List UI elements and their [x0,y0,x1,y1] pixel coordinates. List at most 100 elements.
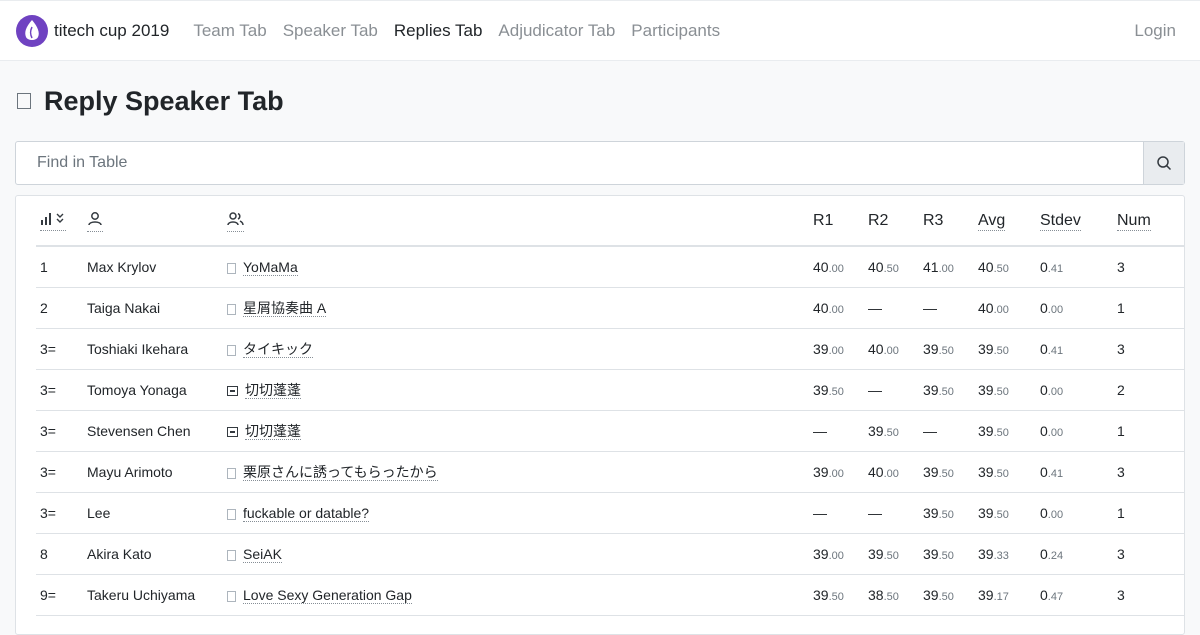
r2-decimal: .00 [883,467,899,480]
stdev-integer: 0 [1040,504,1048,521]
avg-decimal: .50 [993,508,1009,521]
table-row: 3= Tomoya Yonaga 切切蓬蓬 39.50—39.50 39.50 0.00 2 [36,369,1184,411]
r3-integer: 39 [923,340,939,357]
placeholder-icon [17,93,31,109]
speaker-column-header[interactable] [83,196,223,247]
rank-cell: 1 [36,246,83,288]
rank-cell: 3= [36,492,83,534]
r1-decimal: .00 [828,344,844,357]
r1-score-cell: 39.50 [809,574,864,616]
main-nav: Team Tab Speaker Tab Replies Tab Adjudic… [185,21,728,41]
r3-integer: — [923,422,937,439]
avg-column-header[interactable]: Avg [974,196,1036,247]
r2-integer: — [868,381,882,398]
r1-integer: — [813,504,827,521]
r2-score-cell: — [864,492,919,534]
r2-score-cell: 38.50 [864,574,919,616]
avg-score-cell: 39.50 [974,369,1036,411]
r1-integer: 39 [813,545,829,562]
r2-column-header[interactable]: R2 [864,196,919,247]
num-cell: 3 [1113,246,1184,288]
nav-speaker-tab[interactable]: Speaker Tab [283,21,378,41]
team-name[interactable]: SeiAK [243,545,282,563]
avg-score-cell: 39.17 [974,574,1036,616]
institution-icon [227,590,236,602]
rank-column-header[interactable] [36,196,83,247]
r3-decimal: .50 [938,508,954,521]
avg-integer: 39 [978,545,994,562]
r2-integer: 39 [868,545,884,562]
team-name[interactable]: fuckable or datable? [243,504,370,522]
r3-column-header[interactable]: R3 [919,196,974,247]
r2-decimal: .00 [883,344,899,357]
team-name[interactable]: タイキック [243,340,313,358]
search-input[interactable] [16,142,1143,184]
r1-column-header[interactable]: R1 [809,196,864,247]
team-cell: 星屑協奏曲 A [223,287,809,329]
r2-integer: 40 [868,340,884,357]
avg-integer: 39 [978,463,994,480]
r2-decimal: .50 [883,549,899,562]
r1-score-cell: 40.00 [809,287,864,329]
num-column-header[interactable]: Num [1113,196,1184,247]
avg-score-cell: 39.50 [974,410,1036,452]
stdev-integer: 0 [1040,381,1048,398]
team-name[interactable]: 星屑協奏曲 A [243,299,327,317]
stdev-score-cell: 0.24 [1036,533,1113,575]
avg-decimal: .50 [993,426,1009,439]
nav-team-tab[interactable]: Team Tab [193,21,266,41]
stdev-decimal: .47 [1047,590,1064,603]
nav-adjudicator-tab[interactable]: Adjudicator Tab [498,21,615,41]
r3-score-cell: 39.50 [919,574,974,616]
r1-integer: 39 [813,463,829,480]
speaker-name: Tomoya Yonaga [83,369,223,411]
team-name[interactable]: Love Sexy Generation Gap [243,586,412,604]
institution-icon [227,303,236,315]
nav-participants[interactable]: Participants [631,21,720,41]
r1-integer: 40 [813,299,829,316]
avg-decimal: .50 [993,262,1009,275]
stdev-decimal: .00 [1047,508,1064,521]
avg-integer: 39 [978,504,994,521]
r2-integer: 40 [868,258,884,275]
r2-integer: — [868,504,882,521]
table-row: 1 Max Krylov YoMaMa 40.00 40.50 41.00 40.50 0.4… [36,246,1184,288]
r2-score-cell: 40.50 [864,246,919,288]
r1-score-cell: 39.00 [809,328,864,370]
login-link[interactable]: Login [1134,21,1176,41]
r2-integer: 40 [868,463,884,480]
r3-score-cell: 39.50 [919,451,974,493]
team-column-header[interactable] [223,196,809,247]
r2-score-cell: 40.00 [864,328,919,370]
avg-decimal: .50 [993,467,1009,480]
speaker-name: Stevensen Chen [83,410,223,452]
stdev-column-header[interactable]: Stdev [1036,196,1113,247]
team-name[interactable]: 切切蓬蓬 [245,381,301,399]
brand-link[interactable]: titech cup 2019 [16,14,170,47]
r1-score-cell: 40.00 [809,246,864,288]
stdev-integer: 0 [1040,586,1048,603]
speaker-name: Max Krylov [83,246,223,288]
team-name[interactable]: 栗原さんに誘ってもらったから [243,463,438,481]
r2-score-cell: — [864,287,919,329]
tab-table-card: R1 R2 R3 Avg Stdev Num 1 Max Krylov YoMaMa… [15,195,1185,635]
stdev-score-cell: 0.00 [1036,369,1113,411]
r1-decimal: .50 [828,590,844,603]
brand-title: titech cup 2019 [54,20,170,40]
search-button[interactable] [1143,142,1184,184]
num-cell: 3 [1113,574,1184,616]
r1-decimal: .50 [828,385,844,398]
team-icon [227,211,244,232]
r1-integer: — [813,422,827,439]
stdev-decimal: .24 [1047,549,1064,562]
stdev-decimal: .00 [1047,303,1064,316]
institution-flag-icon [227,385,238,396]
avg-decimal: .50 [993,344,1009,357]
team-cell: YoMaMa [223,246,809,288]
nav-replies-tab[interactable]: Replies Tab [394,21,483,41]
avg-integer: 39 [978,340,994,357]
team-name[interactable]: 切切蓬蓬 [245,422,301,440]
rank-cell: 3= [36,451,83,493]
team-name[interactable]: YoMaMa [243,258,298,276]
r3-integer: 39 [923,586,939,603]
